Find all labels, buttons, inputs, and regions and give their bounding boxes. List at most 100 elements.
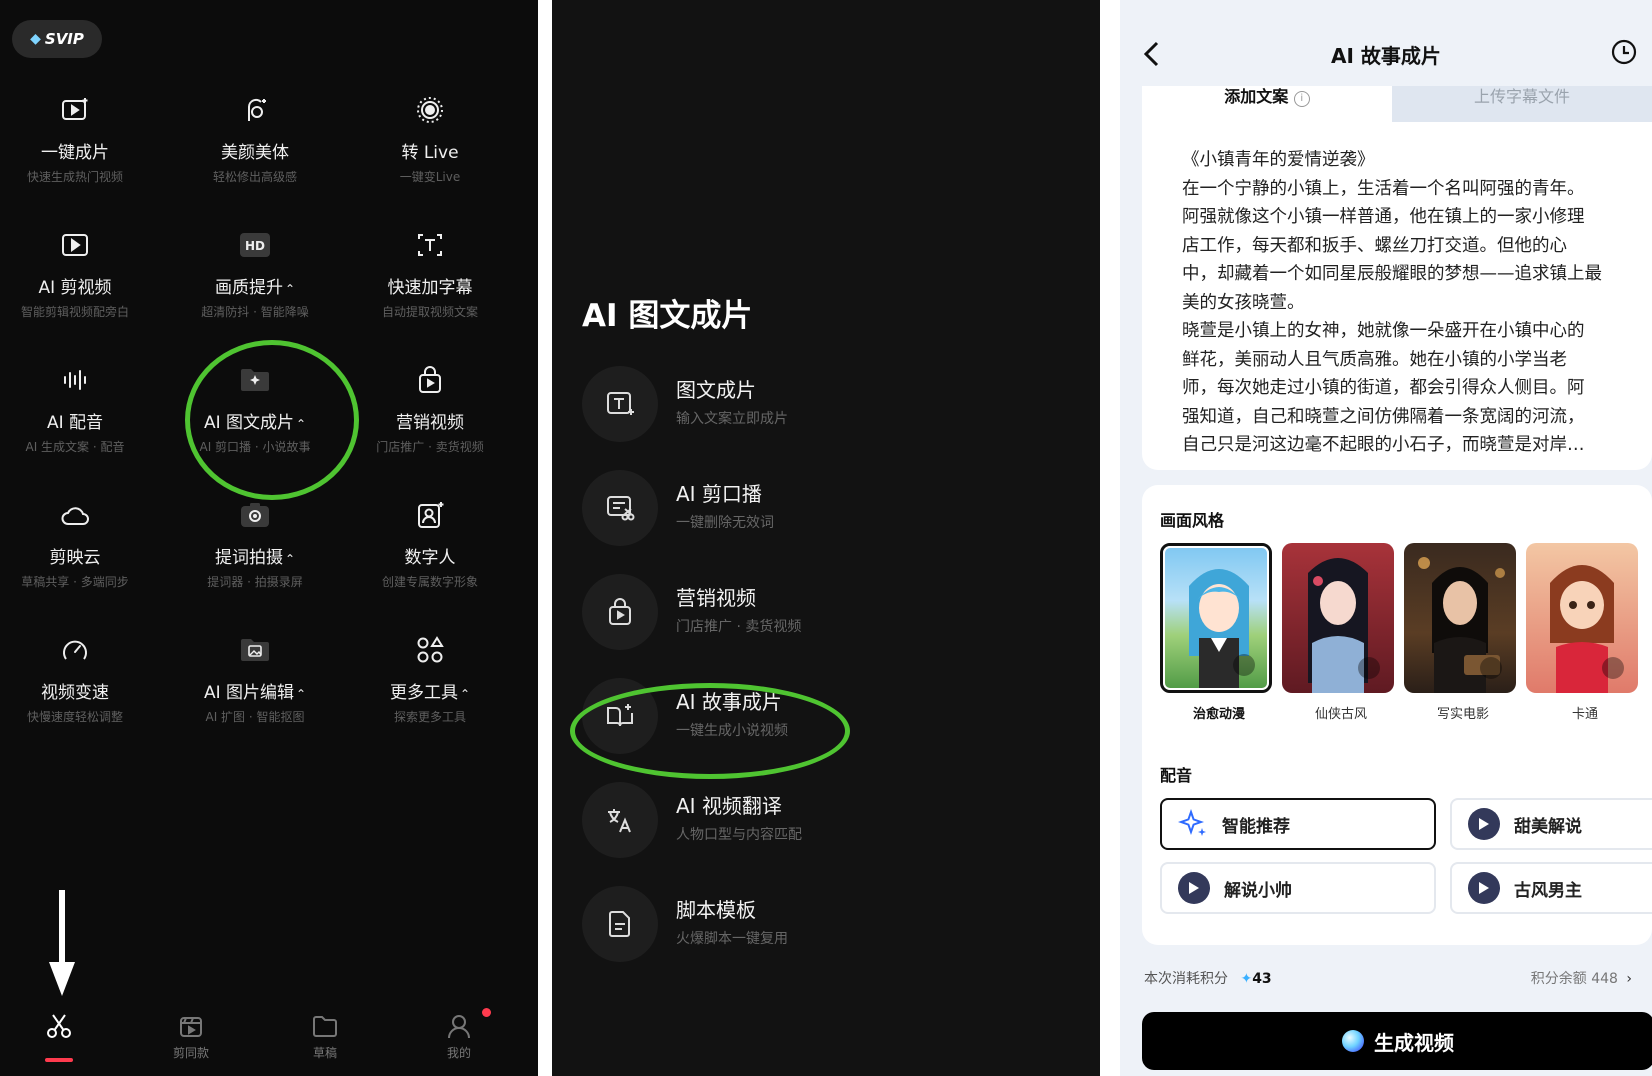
- tool-ai-image-edit[interactable]: AI 图片编辑 ⌃ AI 扩图 · 智能抠图: [165, 620, 345, 760]
- camera-icon: [165, 497, 345, 533]
- digital-human-icon: [340, 497, 520, 533]
- chevron-icon: ⌃: [459, 687, 471, 701]
- orb-icon: [1342, 1030, 1364, 1052]
- chevron-icon: ⌃: [284, 282, 296, 296]
- voice-option[interactable]: 古风男主: [1450, 862, 1652, 914]
- shopping-bag-icon: [582, 574, 658, 650]
- tool-cloud[interactable]: 剪映云 草稿共享 · 多端同步: [0, 485, 165, 625]
- history-icon[interactable]: [1610, 38, 1638, 66]
- image-edit-icon: [165, 632, 345, 668]
- voice-option[interactable]: 解说小帅: [1160, 862, 1436, 914]
- tool-more[interactable]: 更多工具 ⌃ 探索更多工具: [340, 620, 520, 760]
- style-option[interactable]: 仙侠古风: [1282, 543, 1400, 722]
- style-option[interactable]: 治愈动漫: [1160, 543, 1278, 722]
- style-thumbnail: [1282, 543, 1394, 693]
- tool-subtitle[interactable]: 快速加字幕 自动提取视频文案: [340, 215, 520, 355]
- tool-quality[interactable]: HD 画质提升 ⌃ 超清防抖 · 智能降噪: [165, 215, 345, 355]
- chevron-icon: ⌃: [295, 687, 307, 701]
- tool-live[interactable]: 转 Live 一键变Live: [340, 80, 520, 220]
- menu-item-cut-speech[interactable]: AI 剪口播 一键删除无效词: [582, 470, 1062, 550]
- hd-icon: HD: [165, 227, 345, 263]
- svg-text:HD: HD: [245, 239, 265, 253]
- story-line: 强知道，自己和晓萱之间仿佛隔着一条宽阔的河流，: [1182, 406, 1585, 427]
- menu-heading: AI 图文成片: [582, 298, 753, 334]
- play-icon[interactable]: [1178, 872, 1210, 904]
- menu-item-image-text[interactable]: 图文成片 输入文案立即成片: [582, 366, 1062, 446]
- expand-icon[interactable]: [1480, 657, 1502, 679]
- down-arrow-icon: [49, 890, 75, 996]
- tool-one-click[interactable]: 一键成片 快速生成热门视频: [0, 80, 165, 220]
- ai-story-panel: AI 故事成片 添加文案 i 上传字幕文件 《小镇青年的爱情逆袭》 在一个宁静的小…: [1120, 0, 1652, 1076]
- scissors-icon: [14, 1008, 104, 1044]
- notification-dot: [482, 1008, 491, 1017]
- sparkle-icon: [1178, 809, 1206, 836]
- style-thumbnail: [1526, 543, 1638, 693]
- sparkle-icon: ✦: [1240, 971, 1253, 987]
- style-thumbnail: [1160, 543, 1272, 693]
- chevron-right-icon: ›: [1626, 971, 1632, 987]
- story-line: 店工作，每天都和扳手、螺丝刀打交道。但他的心: [1182, 235, 1567, 256]
- play-icon[interactable]: [1468, 872, 1500, 904]
- menu-item-marketing[interactable]: 营销视频 门店推广 · 卖货视频: [582, 574, 1062, 654]
- style-option[interactable]: 写实电影: [1404, 543, 1522, 722]
- story-text-area[interactable]: 《小镇青年的爱情逆袭》 在一个宁静的小镇上，生活着一个名叫阿强的青年。 阿强就像这个…: [1142, 122, 1652, 470]
- info-icon: i: [1293, 91, 1310, 107]
- translate-icon: [582, 782, 658, 858]
- text-to-video-icon: [582, 366, 658, 442]
- story-line: 在一个宁静的小镇上，生活着一个名叫阿强的青年。: [1182, 178, 1585, 199]
- waveform-icon: [0, 362, 165, 398]
- cut-speech-icon: [582, 470, 658, 546]
- generate-video-button[interactable]: 生成视频: [1142, 1012, 1652, 1070]
- subtitle-icon: [340, 227, 520, 263]
- tool-beauty[interactable]: 美颜美体 轻松修出高级感: [165, 80, 345, 220]
- tool-marketing[interactable]: 营销视频 门店推广 · 卖货视频: [340, 350, 520, 490]
- cloud-icon: [0, 497, 165, 533]
- page-title: AI 故事成片: [1331, 44, 1441, 68]
- story-line: 中，却藏着一个如同星辰般耀眼的梦想——追求镇上最: [1182, 264, 1602, 284]
- tab-profile[interactable]: 我的: [414, 1008, 504, 1061]
- template-icon: [146, 1008, 236, 1044]
- story-line: 鲜花，美丽动人且气质高雅。她在小镇的小学当老: [1182, 349, 1567, 370]
- expand-icon[interactable]: [1602, 657, 1624, 679]
- chevron-icon: ⌃: [284, 552, 296, 566]
- highlight-circle: [570, 683, 850, 779]
- more-tools-icon: [340, 632, 520, 668]
- svip-badge[interactable]: ◆ SVIP: [12, 20, 102, 58]
- story-line: 师，每次她走过小镇的街道，都会引得众人侧目。阿: [1182, 378, 1585, 398]
- tool-digital-human[interactable]: 数字人 创建专属数字形象: [340, 485, 520, 625]
- voice-heading: 配音: [1160, 766, 1193, 785]
- tool-ai-dub[interactable]: AI 配音 AI 生成文案 · 配音: [0, 350, 165, 490]
- folder-icon: [280, 1008, 370, 1044]
- voice-option[interactable]: 甜美解说: [1450, 798, 1652, 850]
- style-thumbnail: [1404, 543, 1516, 693]
- story-line: 自己只是河这边毫不起眼的小石子，而晓萱是对岸…: [1182, 435, 1585, 455]
- menu-item-script[interactable]: 脚本模板 火爆脚本一键复用: [582, 886, 1062, 966]
- tab-upload-subtitle[interactable]: 上传字幕文件: [1392, 86, 1652, 122]
- tab-edit[interactable]: [14, 1008, 104, 1044]
- play-icon[interactable]: [1468, 808, 1500, 840]
- tool-ai-video[interactable]: AI 剪视频 智能剪辑视频配旁白: [0, 215, 165, 355]
- points-balance[interactable]: 积分余额 448 ›: [1531, 968, 1632, 988]
- shopping-bag-icon: [340, 362, 520, 398]
- expand-icon[interactable]: [1233, 654, 1255, 676]
- play-sparkle-icon: [0, 92, 165, 128]
- tool-speed[interactable]: 视频变速 快慢速度轻松调整: [0, 620, 165, 760]
- voice-option-smart[interactable]: 智能推荐: [1160, 798, 1436, 850]
- style-heading: 画面风格: [1160, 511, 1225, 530]
- story-line: 阿强就像这个小镇一样普通，他在镇上的一家小修理: [1182, 207, 1585, 227]
- highlight-circle: [185, 340, 359, 500]
- tab-add-text[interactable]: 添加文案 i: [1142, 86, 1392, 122]
- tool-teleprompter[interactable]: 提词拍摄 ⌃ 提词器 · 拍摄录屏: [165, 485, 345, 625]
- story-line: 晓萱是小镇上的女神，她就像一朵盛开在小镇中心的: [1182, 321, 1585, 341]
- tab-drafts[interactable]: 草稿: [280, 1008, 370, 1061]
- expand-icon[interactable]: [1358, 657, 1380, 679]
- menu-item-video-translate[interactable]: AI 视频翻译 人物口型与内容匹配: [582, 782, 1062, 862]
- style-option[interactable]: 卡通: [1526, 543, 1644, 722]
- speed-icon: [0, 632, 165, 668]
- story-line: 美的女孩晓萱。: [1182, 292, 1305, 313]
- ai-video-icon: [0, 227, 165, 263]
- diamond-icon: ◆: [30, 31, 41, 47]
- tab-templates[interactable]: 剪同款: [146, 1008, 236, 1061]
- bottom-tab-bar: 剪同款 草稿 我的: [0, 1000, 538, 1076]
- top-bar: AI 故事成片: [1120, 0, 1652, 86]
